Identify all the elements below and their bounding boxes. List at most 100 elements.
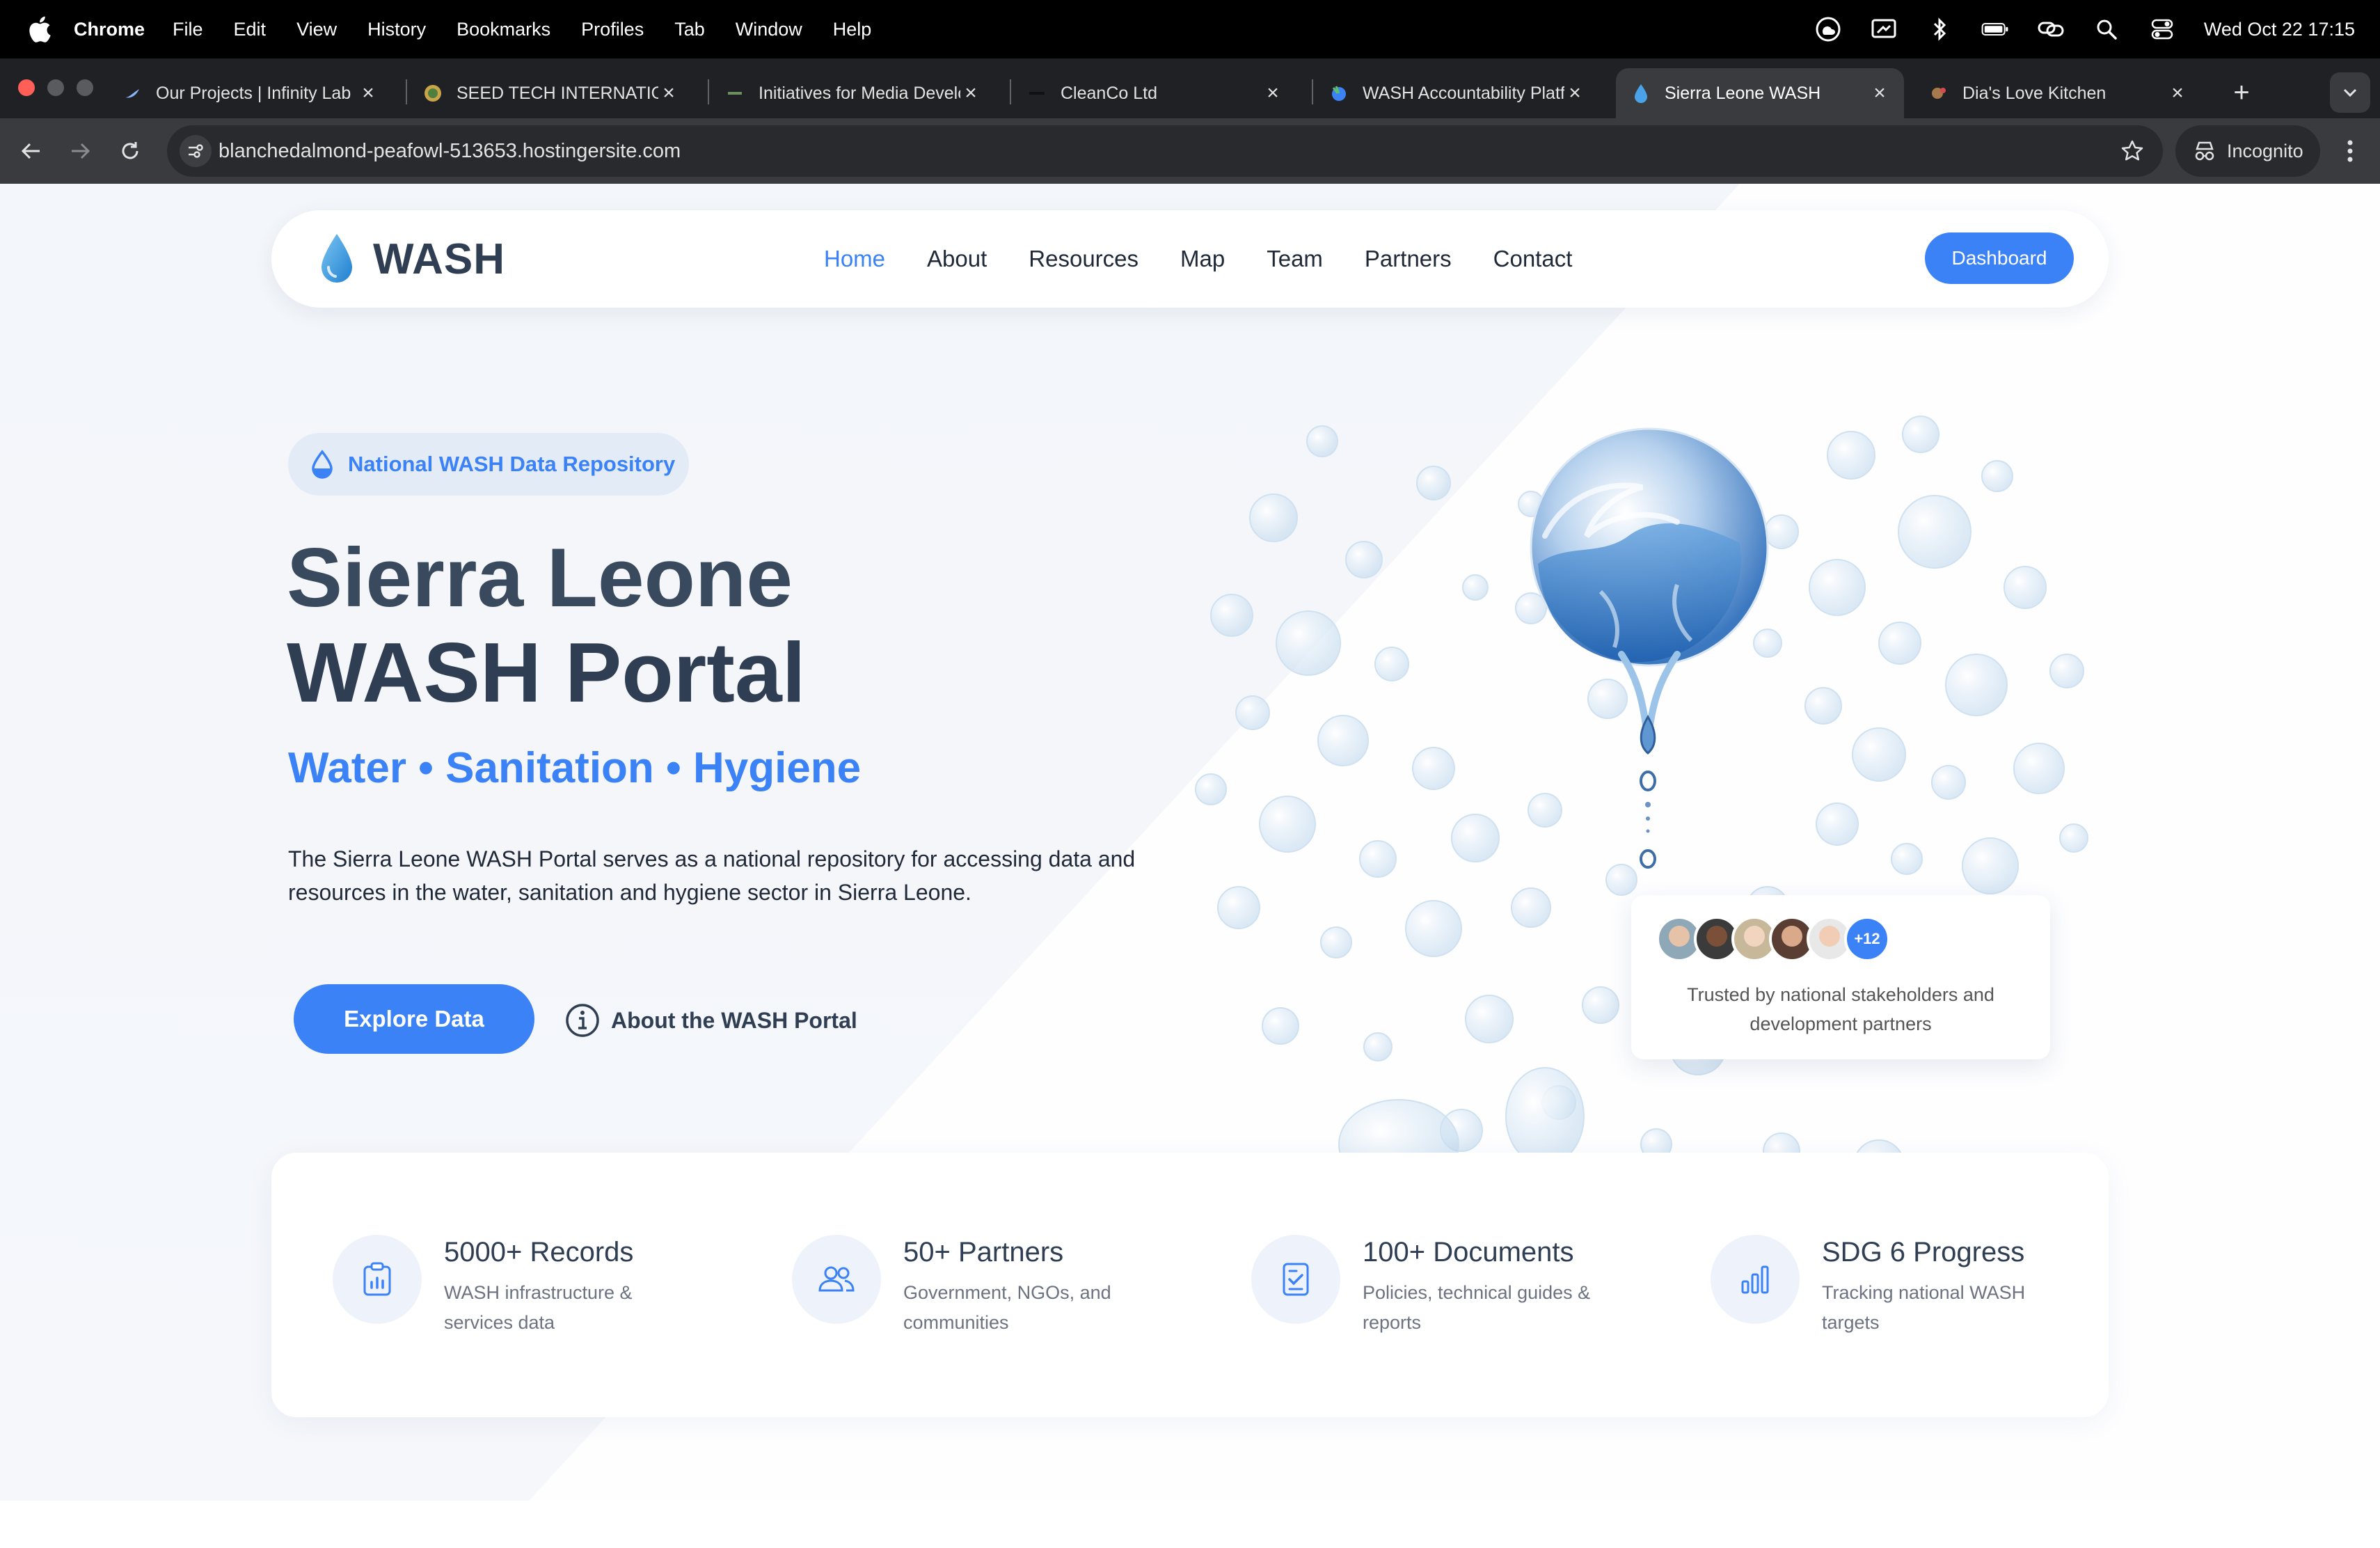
menu-app-name[interactable]: Chrome [74, 19, 145, 40]
hero-title-line1: Sierra Leone [287, 531, 793, 624]
screen-mirror-icon[interactable] [1870, 15, 1898, 43]
close-tab-icon[interactable]: × [1262, 81, 1283, 104]
reload-button[interactable] [113, 134, 148, 168]
more-vertical-icon [2347, 140, 2353, 162]
stat-title: 100+ Documents [1363, 1237, 1574, 1267]
stats-card: 5000+ Records WASH infrastructure & serv… [271, 1153, 2109, 1417]
new-tab-button[interactable]: + [2224, 75, 2259, 110]
window-controls [18, 79, 93, 96]
nav-about[interactable]: About [927, 246, 987, 272]
nav-map[interactable]: Map [1180, 246, 1225, 272]
page-viewport: WASH Home About Resources Map Team Partn… [0, 184, 2380, 1548]
macos-menubar: Chrome File Edit View History Bookmarks … [0, 0, 2380, 58]
creative-cloud-icon[interactable] [1814, 15, 1842, 43]
close-window-button[interactable] [18, 79, 35, 96]
stat-records: 5000+ Records WASH infrastructure & serv… [333, 1235, 764, 1346]
forward-button[interactable] [63, 134, 97, 168]
minimize-window-button[interactable] [47, 79, 64, 96]
clipboard-chart-icon [333, 1235, 422, 1324]
tab-wash-accountability[interactable]: WASH Accountability Platform × [1314, 68, 1599, 118]
address-bar[interactable]: blanchedalmond-peafowl-513653.hostingers… [167, 125, 2163, 177]
status-area: Wed Oct 22 17:15 [1814, 0, 2355, 58]
explore-data-button[interactable]: Explore Data [294, 984, 534, 1054]
close-tab-icon[interactable]: × [358, 81, 379, 104]
tab-label: Initiatives for Media Development [759, 83, 960, 103]
dias-kitchen-favicon-icon [1929, 84, 1949, 103]
menu-profiles[interactable]: Profiles [581, 19, 644, 40]
incognito-label: Incognito [2227, 140, 2303, 161]
repository-badge: National WASH Data Repository [288, 433, 689, 496]
bar-chart-icon [1711, 1235, 1800, 1324]
stat-sdg6: SDG 6 Progress Tracking national WASH ta… [1711, 1235, 2142, 1346]
trust-text: Trusted by national stakeholders and dev… [1687, 984, 1994, 1034]
tab-cleanco[interactable]: CleanCo Ltd × [1012, 68, 1297, 118]
nav-team[interactable]: Team [1267, 246, 1323, 272]
site-logo[interactable]: WASH [317, 228, 505, 290]
tab-search-button[interactable] [2330, 72, 2370, 113]
hero-intro: The Sierra Leone WASH Portal serves as a… [288, 846, 1136, 905]
main-nav: Home About Resources Map Team Partners C… [824, 210, 1614, 308]
close-tab-icon[interactable]: × [960, 81, 981, 104]
infinity-lab-favicon-icon [122, 84, 142, 103]
water-drop-icon [312, 450, 333, 479]
close-tab-icon[interactable]: × [1564, 81, 1585, 104]
site-info-icon[interactable] [180, 135, 212, 167]
control-center-icon[interactable] [2148, 15, 2176, 43]
maximize-window-button[interactable] [77, 79, 93, 96]
menu-view[interactable]: View [296, 19, 337, 40]
apple-icon[interactable] [26, 14, 53, 45]
tab-seed-tech[interactable]: SEED TECH INTERNATIONAL × [408, 68, 693, 118]
nav-resources[interactable]: Resources [1029, 246, 1139, 272]
info-icon [566, 1004, 599, 1037]
tab-label: WASH Accountability Platform [1363, 83, 1564, 103]
menubar-clock[interactable]: Wed Oct 22 17:15 [2204, 19, 2355, 40]
seed-tech-favicon-icon [423, 84, 443, 103]
close-tab-icon[interactable]: × [658, 81, 679, 104]
stakeholder-avatars: +12 [1656, 916, 1890, 962]
nav-home[interactable]: Home [824, 246, 885, 272]
back-button[interactable] [14, 134, 49, 168]
menu-help[interactable]: Help [833, 19, 872, 40]
menu-bookmarks[interactable]: Bookmarks [457, 19, 550, 40]
link-icon[interactable] [2037, 15, 2065, 43]
stat-title: 50+ Partners [903, 1237, 1064, 1267]
stat-documents: 100+ Documents Policies, technical guide… [1251, 1235, 1683, 1346]
nav-contact[interactable]: Contact [1493, 246, 1573, 272]
close-tab-icon[interactable]: × [2167, 81, 2188, 104]
menu-window[interactable]: Window [736, 19, 802, 40]
stat-partners: 50+ Partners Government, NGOs, and commu… [792, 1235, 1223, 1346]
incognito-indicator[interactable]: Incognito [2175, 125, 2320, 177]
menu-file[interactable]: File [173, 19, 203, 40]
battery-icon[interactable] [1981, 15, 2009, 43]
tab-infinity-lab[interactable]: Our Projects | Infinity Lab × [107, 68, 392, 118]
url-text[interactable]: blanchedalmond-peafowl-513653.hostingers… [219, 125, 681, 177]
menu-edit[interactable]: Edit [234, 19, 267, 40]
close-tab-icon[interactable]: × [1869, 81, 1890, 104]
stat-title: 5000+ Records [444, 1237, 634, 1267]
bluetooth-icon[interactable] [1926, 15, 1953, 43]
stat-description: Tracking national WASH targets [1822, 1282, 2026, 1333]
tab-label: SEED TECH INTERNATIONAL [457, 83, 658, 103]
tab-label: Sierra Leone WASH [1665, 83, 1821, 103]
media-development-favicon-icon [725, 84, 745, 103]
more-stakeholders-badge: +12 [1844, 916, 1890, 962]
bookmark-star-icon[interactable] [2117, 136, 2148, 166]
menu-tab[interactable]: Tab [674, 19, 705, 40]
browser-menu-button[interactable] [2333, 134, 2367, 168]
menu-history[interactable]: History [367, 19, 426, 40]
about-portal-link[interactable]: About the WASH Portal [565, 1000, 857, 1041]
trust-card: +12 Trusted by national stakeholders and… [1631, 895, 2050, 1059]
water-drop-logo-icon [322, 234, 352, 283]
nav-partners[interactable]: Partners [1365, 246, 1452, 272]
reload-icon [122, 142, 138, 159]
tab-dias-love-kitchen[interactable]: Dia's Love Kitchen × [1914, 68, 2202, 118]
cleanco-favicon-icon [1027, 84, 1047, 103]
about-portal-label: About the WASH Portal [611, 1007, 857, 1033]
spotlight-search-icon[interactable] [2093, 15, 2120, 43]
dashboard-button[interactable]: Dashboard [1925, 232, 2074, 284]
tab-sierra-leone-wash[interactable]: Sierra Leone WASH × [1616, 68, 1904, 118]
arrow-left-icon [21, 143, 40, 159]
stat-description: Government, NGOs, and communities [903, 1282, 1111, 1333]
tab-media-development[interactable]: Initiatives for Media Development × [710, 68, 995, 118]
tab-label: CleanCo Ltd [1061, 83, 1157, 103]
